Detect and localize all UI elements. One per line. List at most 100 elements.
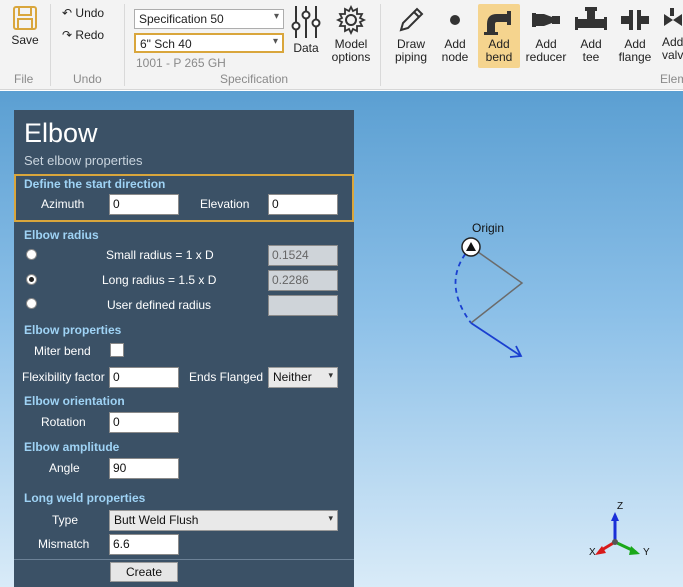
redo-label: Redo xyxy=(75,28,105,42)
add-bend-button[interactable]: Add bend xyxy=(478,4,520,68)
rotation-input[interactable]: 0 xyxy=(109,412,179,433)
long-weld-header: Long weld properties xyxy=(24,491,146,505)
save-button[interactable]: Save xyxy=(8,4,42,47)
miter-bend-checkbox[interactable] xyxy=(110,343,124,357)
small-radius-radio[interactable] xyxy=(26,249,37,260)
axis-y-label: Y xyxy=(643,547,650,558)
undo-icon: ↶ xyxy=(62,6,73,20)
add-reducer-label-line1: Add xyxy=(535,37,557,51)
add-reducer-label-line2: reducer xyxy=(525,50,567,64)
model-options-button[interactable]: Model options xyxy=(329,4,373,64)
data-button[interactable]: Data xyxy=(288,4,324,55)
azimuth-label: Azimuth xyxy=(41,197,85,211)
add-node-button[interactable]: Add node xyxy=(438,4,472,64)
elbow-properties-panel: Elbow Set elbow properties Define the st… xyxy=(14,110,354,587)
miter-bend-label: Miter bend xyxy=(34,344,91,358)
redo-button[interactable]: ↷ Redo xyxy=(62,28,104,42)
separator xyxy=(380,4,381,86)
chevron-down-icon: ▾ xyxy=(273,11,279,22)
pencil-icon xyxy=(399,7,424,32)
draw-piping-button[interactable]: Draw piping xyxy=(391,4,431,64)
add-flange-label-line2: flange xyxy=(618,50,652,64)
add-node-label-line1: Add xyxy=(444,37,466,51)
small-radius-value: 0.1524 xyxy=(268,245,338,266)
add-valve-label-line1: Add xyxy=(662,35,683,49)
undo-button[interactable]: ↶ Undo xyxy=(62,6,104,20)
start-direction-header: Define the start direction xyxy=(24,177,166,191)
pipe-size-value: 6" Sch 40 xyxy=(140,37,192,51)
add-tee-label-line1: Add xyxy=(580,37,602,51)
add-tee-button[interactable]: Add tee xyxy=(574,4,608,64)
weld-type-label: Type xyxy=(52,513,79,527)
add-reducer-button[interactable]: Add reducer xyxy=(524,4,568,64)
add-flange-label-line1: Add xyxy=(624,37,646,51)
undo-label: Undo xyxy=(75,6,105,20)
weld-type-select[interactable]: Butt Weld Flush ▾ xyxy=(109,510,338,531)
add-tee-label-line2: tee xyxy=(582,50,600,64)
long-radius-radio[interactable] xyxy=(26,274,37,285)
panel-title: Elbow xyxy=(24,118,98,148)
small-radius-label: Small radius = 1 x D xyxy=(106,248,214,262)
create-button[interactable]: Create xyxy=(110,562,178,582)
axis-x-label: X xyxy=(589,547,596,558)
data-label: Data xyxy=(293,41,319,55)
long-radius-label: Long radius = 1.5 x D xyxy=(102,273,217,287)
flexibility-factor-input[interactable]: 0 xyxy=(109,367,179,388)
ends-flanged-label: Ends Flanged xyxy=(189,370,264,384)
rotation-label: Rotation xyxy=(41,415,86,429)
group-label-undo: Undo xyxy=(73,72,102,86)
gear-icon xyxy=(335,4,367,36)
elbow-radius-header: Elbow radius xyxy=(24,228,99,242)
panel-subtitle: Set elbow properties xyxy=(24,153,143,168)
reducer-icon xyxy=(532,13,560,27)
specification-value: Specification 50 xyxy=(139,12,224,26)
chevron-down-icon: ▾ xyxy=(272,36,278,47)
node-icon xyxy=(450,15,460,25)
chevron-down-icon: ▾ xyxy=(328,370,333,380)
elbow-preview-lines xyxy=(470,246,524,324)
pipe-size-select[interactable]: 6" Sch 40 ▾ xyxy=(134,33,284,53)
angle-input[interactable]: 90 xyxy=(109,458,179,479)
axis-z-label: Z xyxy=(617,501,624,512)
ribbon-toolbar: Save File ↶ Undo ↷ Redo Undo Specificati… xyxy=(0,0,683,90)
elbow-properties-header: Elbow properties xyxy=(24,323,122,337)
material-label: 1001 - P 265 GH xyxy=(136,56,226,70)
redo-icon: ↷ xyxy=(62,28,73,42)
ends-flanged-value: Neither xyxy=(273,370,312,384)
add-valve-label-line2: valv xyxy=(662,48,683,62)
save-icon xyxy=(13,6,37,30)
add-flange-button[interactable]: Add flange xyxy=(616,4,654,64)
flexibility-factor-label: Flexibility factor xyxy=(22,370,105,384)
valve-icon xyxy=(664,8,682,26)
azimuth-input[interactable]: 0 xyxy=(109,194,179,215)
group-label-file: File xyxy=(14,72,34,86)
ends-flanged-select[interactable]: Neither ▾ xyxy=(268,367,338,388)
add-bend-label-line1: Add xyxy=(488,37,510,51)
weld-type-value: Butt Weld Flush xyxy=(114,513,199,527)
user-radius-input[interactable] xyxy=(268,295,338,316)
model-options-label-line2: options xyxy=(331,50,371,64)
add-valve-button[interactable]: Add valv xyxy=(662,4,683,62)
elbow-amplitude-header: Elbow amplitude xyxy=(24,440,120,454)
group-label-elements: Elem xyxy=(660,72,683,86)
user-radius-radio[interactable] xyxy=(26,298,37,309)
separator xyxy=(124,4,125,86)
elbow-preview-arc xyxy=(454,246,472,324)
angle-label: Angle xyxy=(49,461,80,475)
mismatch-label: Mismatch xyxy=(38,537,90,551)
specification-select[interactable]: Specification 50 ▾ xyxy=(134,9,284,29)
flange-icon xyxy=(621,10,649,30)
sliders-icon xyxy=(291,6,321,38)
user-radius-label: User defined radius xyxy=(107,298,212,312)
save-label: Save xyxy=(11,33,39,47)
draw-piping-label-line1: Draw xyxy=(396,37,425,51)
mismatch-input[interactable]: 6.6 xyxy=(109,534,179,555)
start-direction-arrow xyxy=(470,322,522,357)
divider xyxy=(14,559,354,560)
draw-piping-label-line2: piping xyxy=(394,50,428,64)
model-options-label-line1: Model xyxy=(334,37,368,51)
elbow-icon xyxy=(484,11,511,35)
separator xyxy=(50,4,51,86)
elevation-input[interactable]: 0 xyxy=(268,194,338,215)
group-label-specification: Specification xyxy=(220,72,289,86)
